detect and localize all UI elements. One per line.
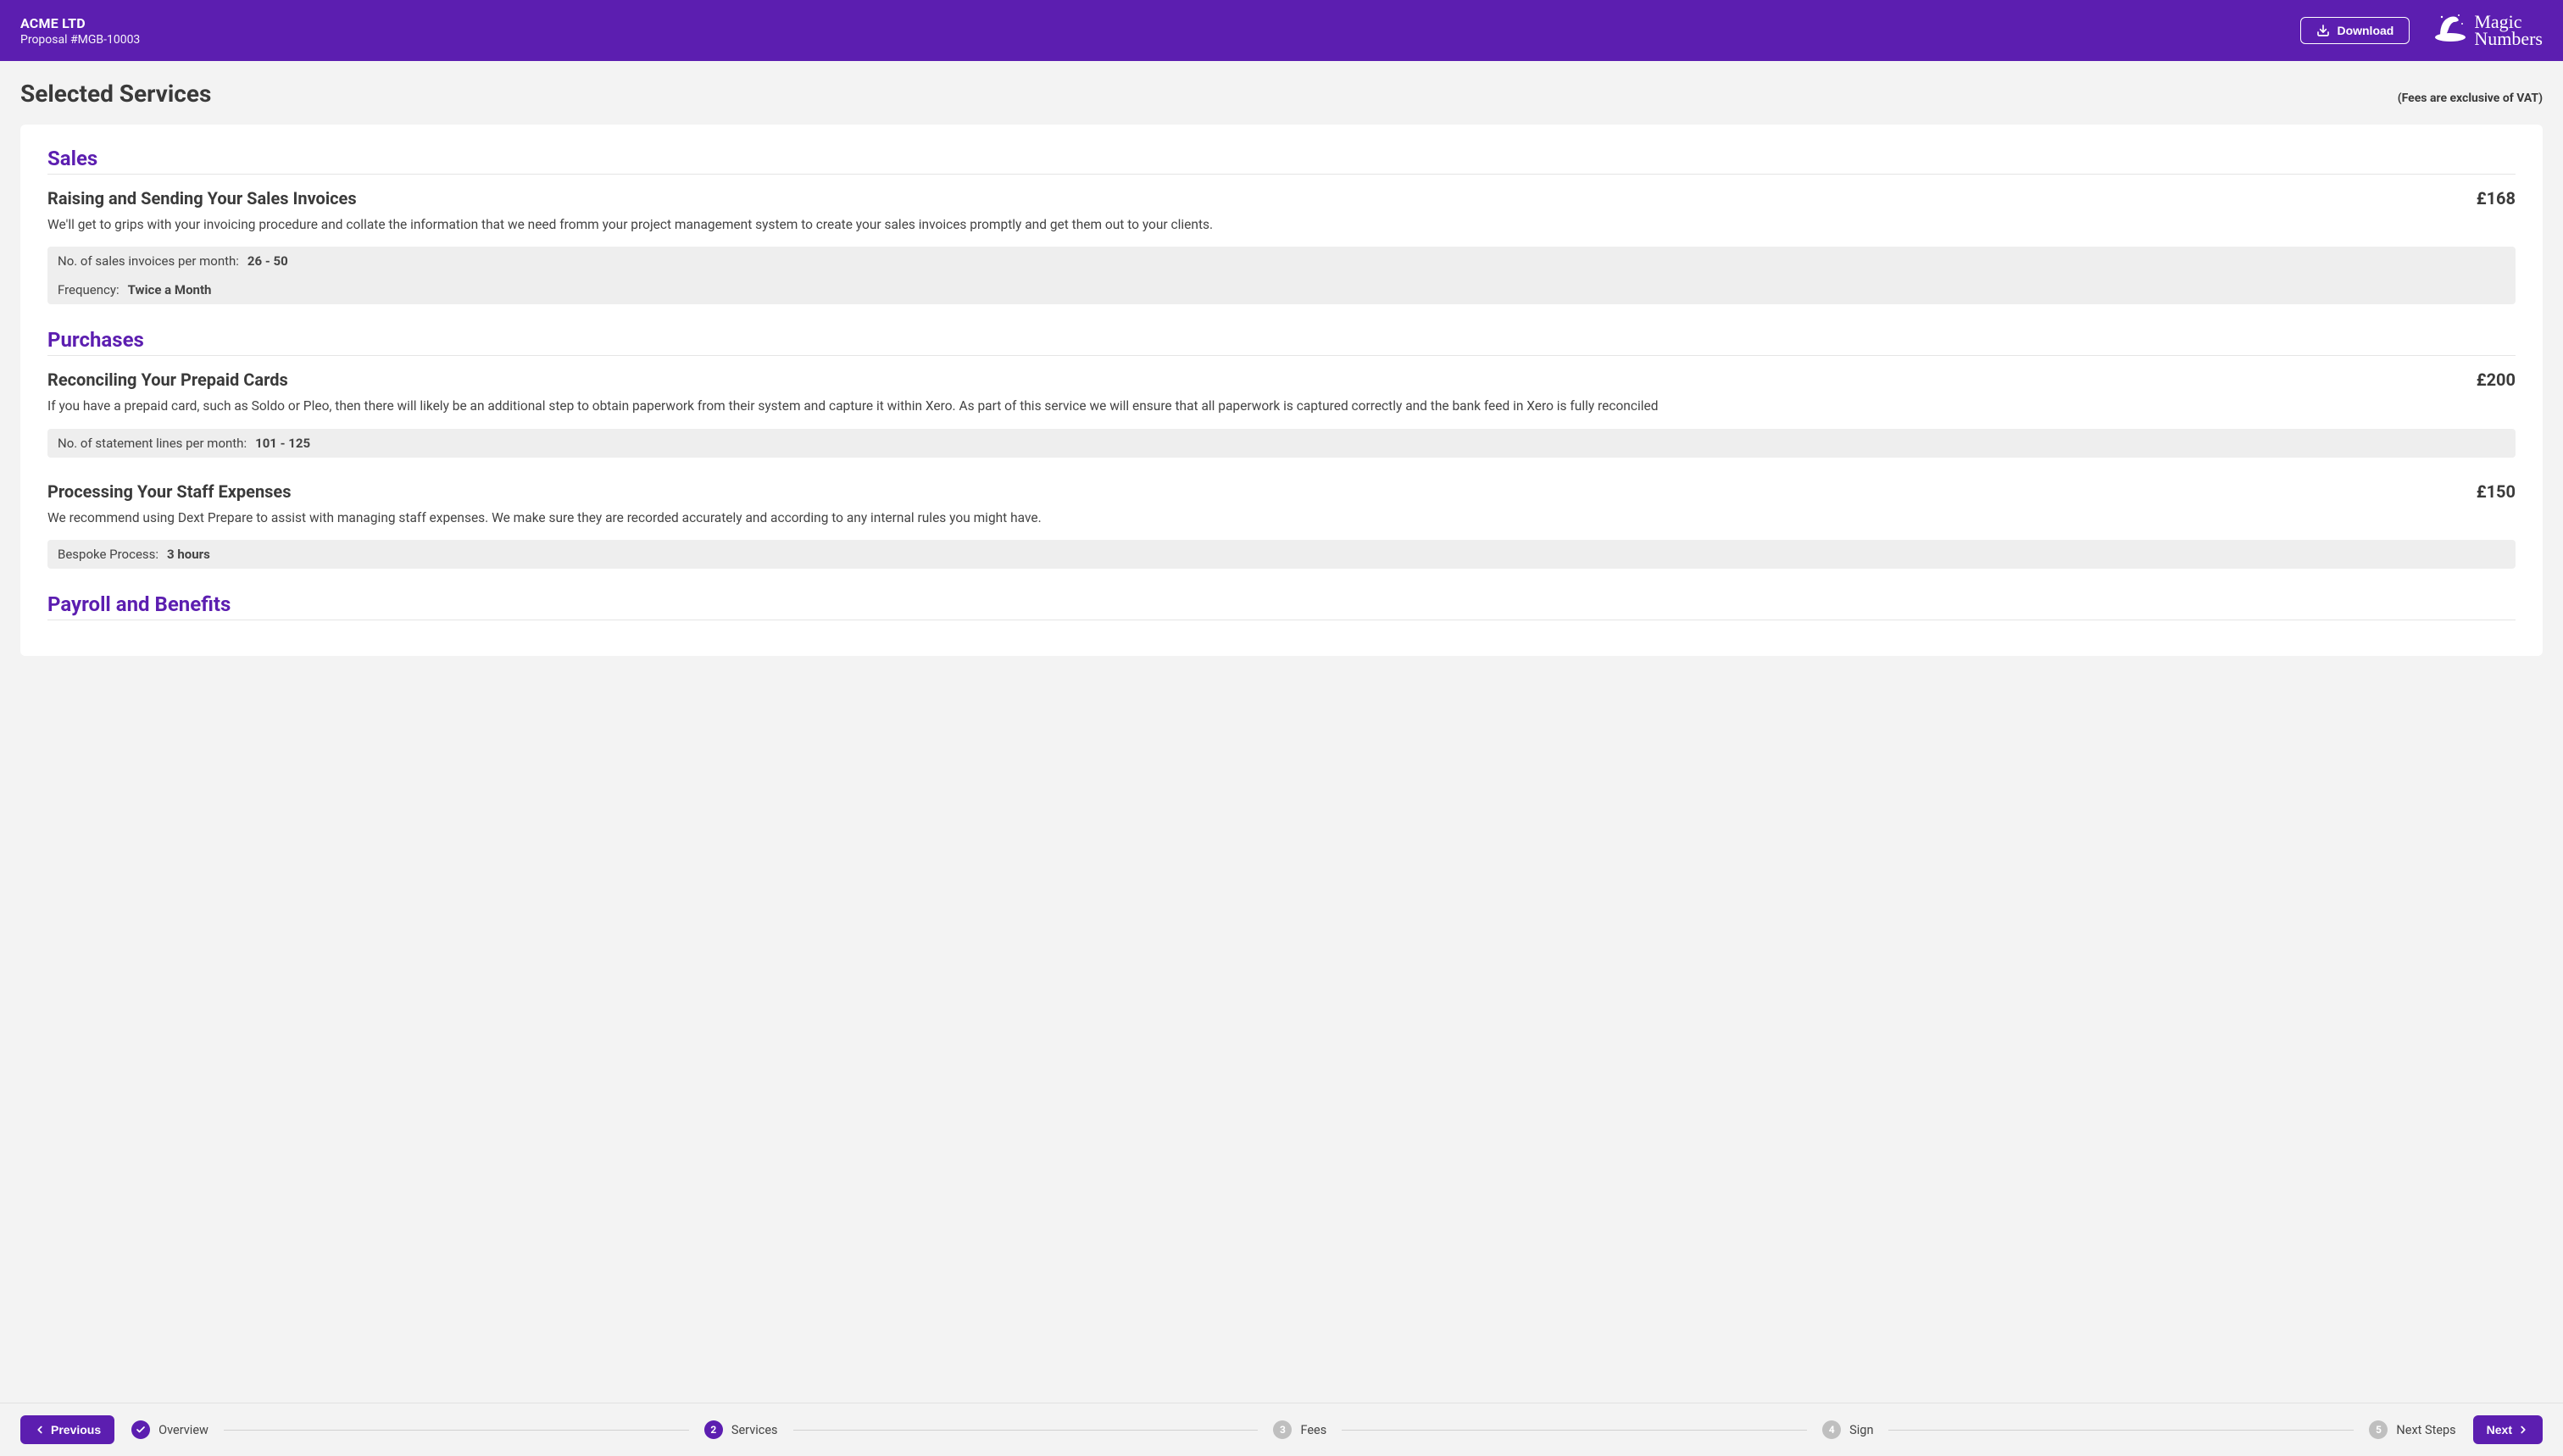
next-button[interactable]: Next bbox=[2473, 1415, 2543, 1444]
step-label: Overview bbox=[158, 1423, 208, 1437]
step-connector bbox=[1342, 1430, 1807, 1431]
service-description: We'll get to grips with your invoicing p… bbox=[47, 215, 2516, 235]
step-label: Next Steps bbox=[2396, 1423, 2455, 1437]
step-overview[interactable]: Overview bbox=[131, 1420, 208, 1439]
service-name: Reconciling Your Prepaid Cards bbox=[47, 370, 288, 390]
company-name: ACME LTD bbox=[20, 15, 140, 31]
stepper: Overview 2 Services 3 Fees 4 Sign 5 Next Steps bbox=[131, 1420, 2456, 1439]
service-description: If you have a prepaid card, such as Sold… bbox=[47, 397, 2516, 416]
content: Selected Services (Fees are exclusive of… bbox=[0, 61, 2563, 1456]
check-icon bbox=[131, 1420, 150, 1439]
page-heading: Selected Services (Fees are exclusive of… bbox=[20, 80, 2543, 108]
service-name: Raising and Sending Your Sales Invoices bbox=[47, 188, 357, 208]
brand-name: Magic Numbers bbox=[2474, 14, 2543, 47]
service-item: Processing Your Staff Expenses £150 We rec… bbox=[47, 481, 2516, 569]
step-number: 5 bbox=[2369, 1420, 2388, 1439]
param-row: Bespoke Process: 3 hours bbox=[47, 540, 2516, 569]
category-title: Payroll and Benefits bbox=[47, 592, 2516, 616]
download-label: Download bbox=[2337, 24, 2393, 37]
step-number: 2 bbox=[704, 1420, 723, 1439]
category-title: Sales bbox=[47, 147, 2516, 170]
service-params: Bespoke Process: 3 hours bbox=[47, 540, 2516, 569]
service-params: No. of statement lines per month: 101 - 1… bbox=[47, 429, 2516, 458]
step-number: 4 bbox=[1822, 1420, 1841, 1439]
brand-logo: Magic Numbers bbox=[2433, 12, 2543, 49]
service-item: Reconciling Your Prepaid Cards £200 If you… bbox=[47, 370, 2516, 457]
service-name: Processing Your Staff Expenses bbox=[47, 481, 292, 502]
param-label: No. of sales invoices per month: bbox=[58, 253, 239, 269]
step-label: Fees bbox=[1300, 1423, 1326, 1437]
step-connector bbox=[224, 1430, 689, 1431]
param-label: No. of statement lines per month: bbox=[58, 436, 247, 451]
step-fees[interactable]: 3 Fees bbox=[1273, 1420, 1326, 1439]
step-services[interactable]: 2 Services bbox=[704, 1420, 778, 1439]
header: ACME LTD Proposal #MGB-10003 Download Ma… bbox=[0, 0, 2563, 61]
category-title: Purchases bbox=[47, 328, 2516, 352]
download-icon bbox=[2316, 24, 2330, 37]
services-card: Sales Raising and Sending Your Sales Invo… bbox=[20, 125, 2543, 656]
vat-note: (Fees are exclusive of VAT) bbox=[2398, 92, 2543, 105]
step-number: 3 bbox=[1273, 1420, 1292, 1439]
category-rule bbox=[47, 174, 2516, 175]
param-value: Twice a Month bbox=[128, 282, 212, 297]
step-connector bbox=[1888, 1430, 2354, 1431]
step-label: Sign bbox=[1849, 1423, 1873, 1437]
param-label: Bespoke Process: bbox=[58, 547, 158, 562]
category-rule bbox=[47, 355, 2516, 356]
chevron-left-icon bbox=[34, 1424, 46, 1436]
step-next-steps[interactable]: 5 Next Steps bbox=[2369, 1420, 2455, 1439]
proposal-id: Proposal #MGB-10003 bbox=[20, 33, 140, 47]
service-price: £168 bbox=[2477, 188, 2516, 208]
chevron-right-icon bbox=[2517, 1424, 2529, 1436]
previous-button[interactable]: Previous bbox=[20, 1415, 114, 1444]
service-price: £200 bbox=[2477, 370, 2516, 390]
param-row: No. of sales invoices per month: 26 - 50 bbox=[47, 247, 2516, 275]
page-title: Selected Services bbox=[20, 80, 211, 108]
step-label: Services bbox=[731, 1423, 778, 1437]
step-connector bbox=[793, 1430, 1259, 1431]
footer: Previous Overview 2 Services 3 Fees 4 Sign 5 Nex… bbox=[0, 1403, 2563, 1456]
service-params: No. of sales invoices per month: 26 - 50 F… bbox=[47, 247, 2516, 304]
param-value: 101 - 125 bbox=[255, 436, 310, 451]
header-right: Download Magic Numbers bbox=[2300, 12, 2543, 49]
step-sign[interactable]: 4 Sign bbox=[1822, 1420, 1873, 1439]
hat-icon bbox=[2433, 12, 2467, 49]
service-item: Raising and Sending Your Sales Invoices £… bbox=[47, 188, 2516, 304]
param-value: 26 - 50 bbox=[247, 253, 288, 269]
service-description: We recommend using Dext Prepare to assis… bbox=[47, 508, 2516, 528]
download-button[interactable]: Download bbox=[2300, 17, 2410, 44]
param-row: Frequency: Twice a Month bbox=[47, 275, 2516, 304]
param-value: 3 hours bbox=[167, 547, 210, 562]
header-left: ACME LTD Proposal #MGB-10003 bbox=[20, 15, 140, 47]
param-row: No. of statement lines per month: 101 - 1… bbox=[47, 429, 2516, 458]
param-label: Frequency: bbox=[58, 282, 120, 297]
previous-label: Previous bbox=[51, 1423, 101, 1437]
service-price: £150 bbox=[2477, 481, 2516, 502]
next-label: Next bbox=[2487, 1423, 2512, 1437]
